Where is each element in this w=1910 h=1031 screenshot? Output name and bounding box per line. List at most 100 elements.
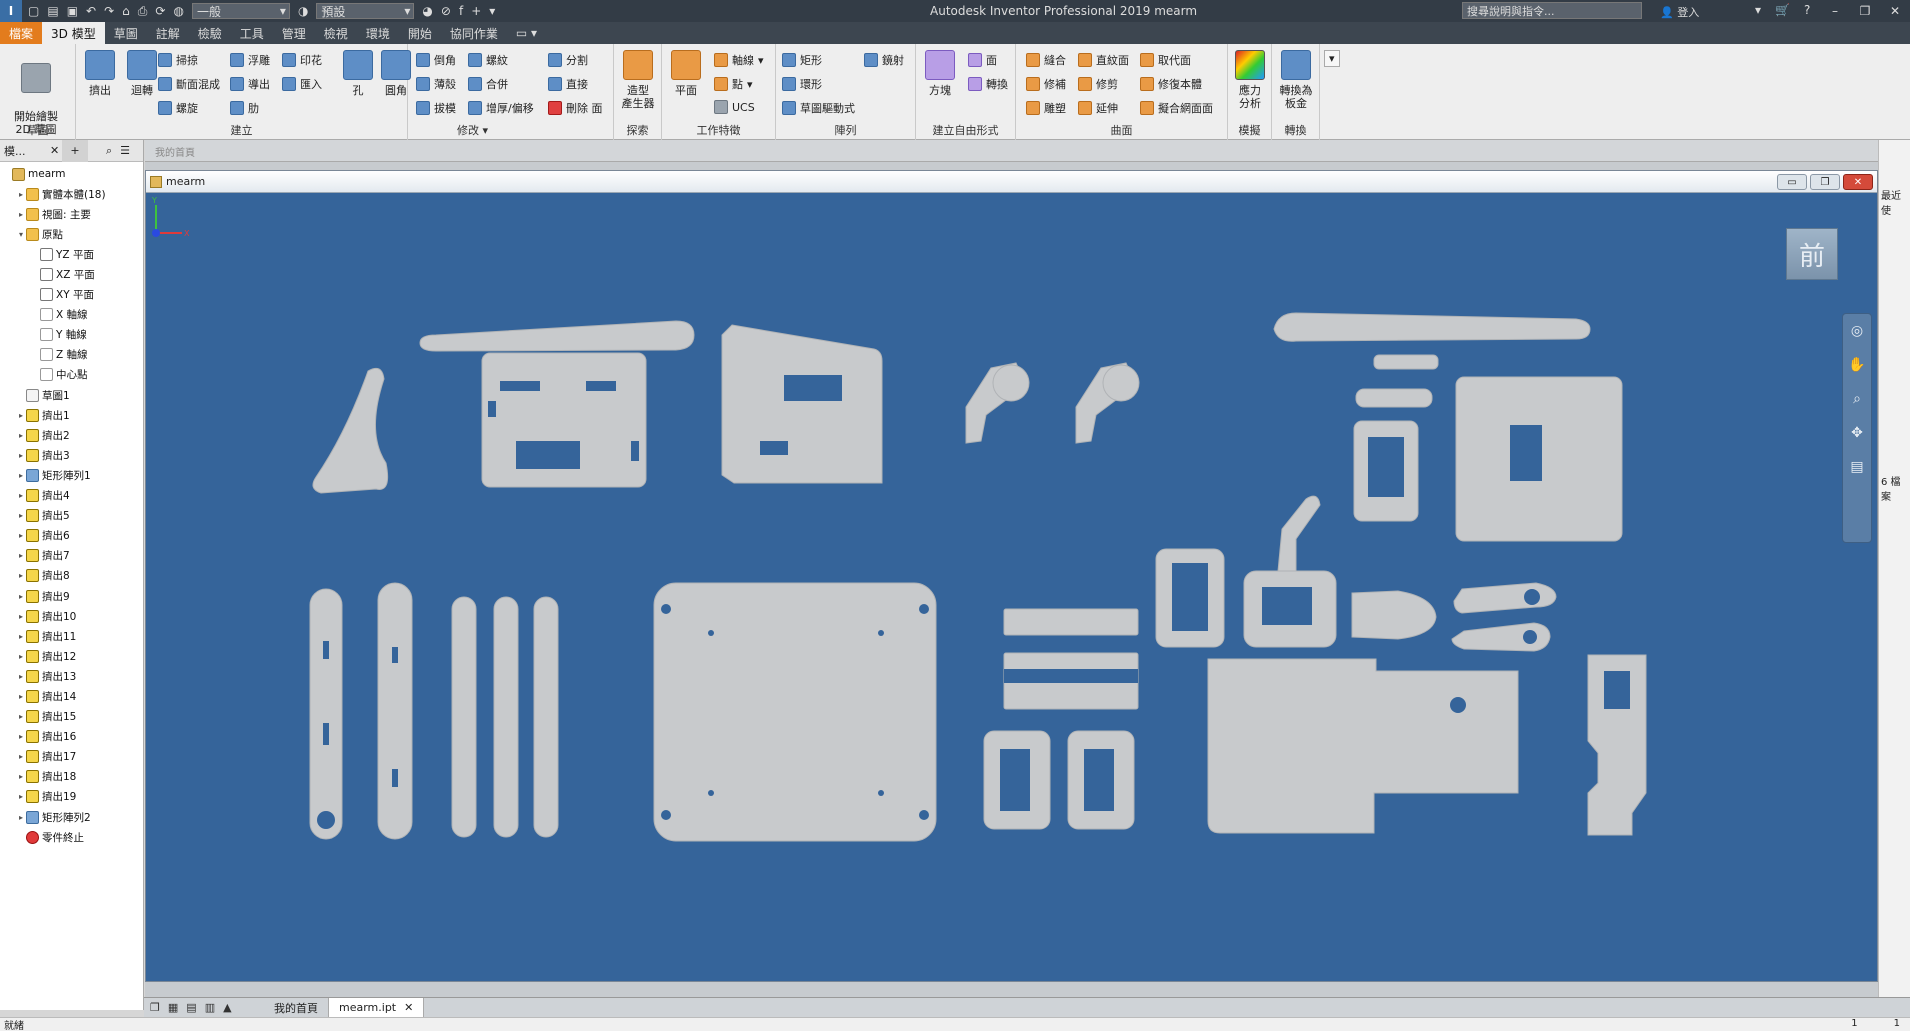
expand-icon[interactable]: ▾: [16, 230, 26, 239]
delete-face-button[interactable]: 刪除 面: [548, 100, 603, 116]
part-servo-arm[interactable]: [1453, 582, 1557, 614]
tab-sketch[interactable]: 草圖: [105, 22, 147, 44]
tree-node[interactable]: ▸ 擠出11: [0, 626, 143, 646]
help-icon[interactable]: ?: [1804, 3, 1810, 17]
stress-analysis-button[interactable]: 應力 分析: [1228, 50, 1272, 110]
part-horn[interactable]: [1351, 590, 1437, 640]
close-icon[interactable]: ✕: [50, 144, 62, 157]
expand-icon[interactable]: ▸: [16, 431, 26, 440]
orbit-icon[interactable]: ✥: [1846, 422, 1868, 444]
close-tab-icon[interactable]: ✕: [404, 1001, 413, 1014]
extend-button[interactable]: 延伸: [1078, 100, 1118, 116]
tab-my-home[interactable]: 我的首頁: [264, 997, 329, 1018]
stitch-button[interactable]: 縫合: [1026, 52, 1066, 68]
ruled-surface-button[interactable]: 直紋面: [1078, 52, 1129, 68]
fx-icon[interactable]: f: [459, 4, 463, 18]
extrude-button[interactable]: 擠出: [78, 50, 122, 97]
customize-icon[interactable]: ▾: [489, 4, 495, 18]
browser-title[interactable]: 模...: [0, 143, 50, 159]
close-icon[interactable]: ✕: [1880, 0, 1910, 22]
material-icon[interactable]: ◕: [422, 4, 432, 18]
update-icon[interactable]: ⟳: [155, 4, 165, 18]
tree-node[interactable]: ▸ 擠出2: [0, 425, 143, 445]
point-button[interactable]: 點 ▾: [714, 76, 753, 92]
save-icon[interactable]: ▣: [67, 4, 78, 18]
tree-node[interactable]: ▸ 擠出6: [0, 526, 143, 546]
look-at-icon[interactable]: ▤: [1846, 456, 1868, 478]
tree-node[interactable]: ▸ 擠出14: [0, 686, 143, 706]
tree-node[interactable]: ▸ 擠出13: [0, 666, 143, 686]
tree-node[interactable]: Z 軸線: [0, 345, 143, 365]
part-small-bracket-1[interactable]: [1373, 354, 1439, 370]
convert-sheet-metal-button[interactable]: 轉換為 板金: [1274, 50, 1318, 110]
tile-vertical-icon[interactable]: ▥: [205, 1001, 215, 1014]
tree-node[interactable]: 中心點: [0, 365, 143, 385]
part-bar-1[interactable]: [1003, 608, 1139, 636]
doc-restore-icon[interactable]: ❐: [1810, 174, 1840, 190]
minimize-icon[interactable]: –: [1820, 0, 1850, 22]
sculpt-button[interactable]: 雕塑: [1026, 100, 1066, 116]
ribbon-options-icon[interactable]: ▭ ▾: [507, 22, 546, 44]
part-trapezoid-plate[interactable]: [721, 324, 883, 484]
expand-icon[interactable]: ▸: [16, 672, 26, 681]
tree-node[interactable]: ▸ 擠出4: [0, 486, 143, 506]
graphics-viewport[interactable]: 前 ◎ ✋ ⌕ ✥ ▤ Y X: [146, 193, 1877, 981]
doc-close-icon[interactable]: ✕: [1843, 174, 1873, 190]
color-wheel-icon[interactable]: ◑: [298, 4, 308, 18]
emboss-button[interactable]: 浮雕: [230, 52, 270, 68]
part-base-plate-big[interactable]: [653, 582, 937, 842]
part-base-plate-bottom[interactable]: [1207, 658, 1519, 834]
expand-icon[interactable]: ▸: [16, 451, 26, 460]
derive-button[interactable]: 導出: [230, 76, 270, 92]
expand-icon[interactable]: ▸: [16, 190, 26, 199]
tree-node[interactable]: ▸ 矩形陣列2: [0, 807, 143, 827]
tree-node[interactable]: ▸ 矩形陣列1: [0, 465, 143, 485]
tree-node[interactable]: X 軸線: [0, 305, 143, 325]
part-link-v1[interactable]: [309, 588, 343, 840]
menu-icon[interactable]: ☰: [120, 144, 130, 157]
tree-node[interactable]: ▸ 擠出3: [0, 445, 143, 465]
expand-icon[interactable]: ▸: [16, 712, 26, 721]
tile-horizontal-icon[interactable]: ▤: [186, 1001, 196, 1014]
thicken-button[interactable]: 增厚/偏移: [468, 100, 534, 116]
tree-node[interactable]: ▸ 擠出8: [0, 566, 143, 586]
part-link-v2[interactable]: [377, 582, 413, 840]
inventor-logo-icon[interactable]: I: [0, 0, 22, 22]
rib-button[interactable]: 肋: [230, 100, 259, 116]
part-link-long[interactable]: [419, 320, 695, 352]
part-claw-gear-left[interactable]: [992, 364, 1030, 402]
expand-icon[interactable]: ▸: [16, 210, 26, 219]
tree-node[interactable]: ▸ 擠出1: [0, 405, 143, 425]
home-icon[interactable]: ⌂: [122, 4, 130, 18]
tree-node[interactable]: ▸ 擠出10: [0, 606, 143, 626]
zoom-icon[interactable]: ⌕: [1846, 388, 1868, 410]
expand-icon[interactable]: ▸: [16, 471, 26, 480]
tree-node[interactable]: mearm: [0, 164, 143, 184]
tab-inspect[interactable]: 檢驗: [189, 22, 231, 44]
viewcube[interactable]: 前: [1786, 228, 1838, 280]
expand-icon[interactable]: ▸: [16, 813, 26, 822]
part-link-v4[interactable]: [493, 596, 519, 838]
tree-node[interactable]: ▸ 擠出15: [0, 707, 143, 727]
doc-minimize-icon[interactable]: ▭: [1777, 174, 1807, 190]
part-link-top-right[interactable]: [1273, 312, 1591, 342]
tree-node[interactable]: Y 軸線: [0, 325, 143, 345]
ucs-button[interactable]: UCS: [714, 100, 755, 114]
freeform-box-button[interactable]: 方塊: [918, 50, 962, 97]
chevron-down-icon[interactable]: ▾: [1755, 3, 1761, 17]
add-tab-icon[interactable]: +: [62, 139, 88, 162]
parts-drawing[interactable]: [146, 193, 1877, 981]
tree-node[interactable]: 草圖1: [0, 385, 143, 405]
expand-icon[interactable]: ▸: [16, 551, 26, 560]
tree-node[interactable]: ▸ 擠出9: [0, 586, 143, 606]
thread-button[interactable]: 螺紋: [468, 52, 508, 68]
tree-node[interactable]: ▸ 擠出16: [0, 727, 143, 747]
freeform-face-button[interactable]: 面: [968, 52, 997, 68]
tab-mearm-ipt[interactable]: mearm.ipt ✕: [329, 997, 425, 1018]
tree-node[interactable]: ▸ 擠出19: [0, 787, 143, 807]
patch-button[interactable]: 修補: [1026, 76, 1066, 92]
expand-icon[interactable]: ▸: [16, 531, 26, 540]
steering-wheel-icon[interactable]: ◎: [1846, 320, 1868, 342]
expand-icon[interactable]: ▸: [16, 692, 26, 701]
expand-icon[interactable]: ▸: [16, 571, 26, 580]
